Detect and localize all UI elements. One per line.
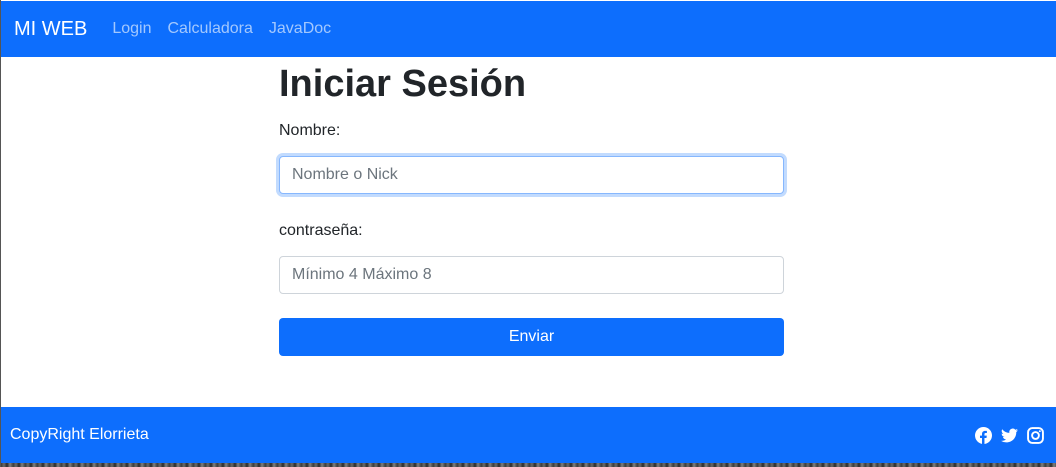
brand-link[interactable]: MI WEB — [14, 18, 87, 41]
social-links — [975, 426, 1044, 444]
nav-link-javadoc[interactable]: JavaDoc — [269, 20, 331, 38]
nav-link-calculadora[interactable]: Calculadora — [168, 20, 253, 38]
submit-button[interactable]: Enviar — [279, 318, 784, 356]
navbar: MI WEB Login Calculadora JavaDoc — [1, 1, 1056, 57]
twitter-icon[interactable] — [1001, 427, 1018, 444]
facebook-icon[interactable] — [975, 426, 992, 444]
name-input[interactable] — [279, 156, 784, 194]
footer: CopyRight Elorrieta — [1, 407, 1056, 463]
password-input[interactable] — [279, 256, 784, 294]
copyright-text: CopyRight Elorrieta — [10, 426, 149, 443]
login-form: Iniciar Sesión Nombre: contraseña: Envia… — [279, 57, 784, 356]
nav-link-login[interactable]: Login — [112, 20, 151, 38]
background-image-strip — [1, 463, 1056, 467]
page-title: Iniciar Sesión — [279, 63, 527, 105]
name-label: Nombre: — [279, 122, 341, 139]
password-label: contraseña: — [279, 222, 363, 239]
instagram-icon[interactable] — [1027, 426, 1044, 444]
